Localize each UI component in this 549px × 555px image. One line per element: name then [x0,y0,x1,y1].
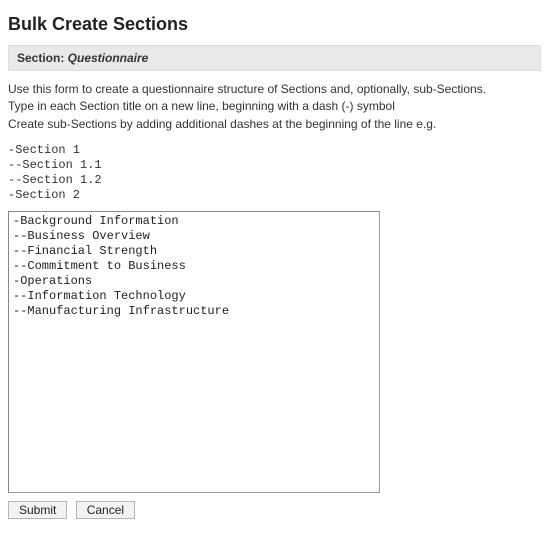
instructions-block: Use this form to create a questionnaire … [8,81,541,133]
submit-button[interactable]: Submit [8,501,67,519]
section-name: Questionnaire [68,51,149,65]
sections-textarea[interactable] [8,211,380,493]
button-row: Submit Cancel [8,501,541,519]
section-label: Section: [17,51,68,65]
section-header-bar: Section: Questionnaire [8,45,541,71]
instruction-line: Type in each Section title on a new line… [8,98,541,115]
instruction-line: Use this form to create a questionnaire … [8,81,541,98]
page-title: Bulk Create Sections [8,14,541,35]
cancel-button[interactable]: Cancel [76,501,135,519]
example-block: -Section 1 --Section 1.1 --Section 1.2 -… [8,143,541,203]
instruction-line: Create sub-Sections by adding additional… [8,116,541,133]
